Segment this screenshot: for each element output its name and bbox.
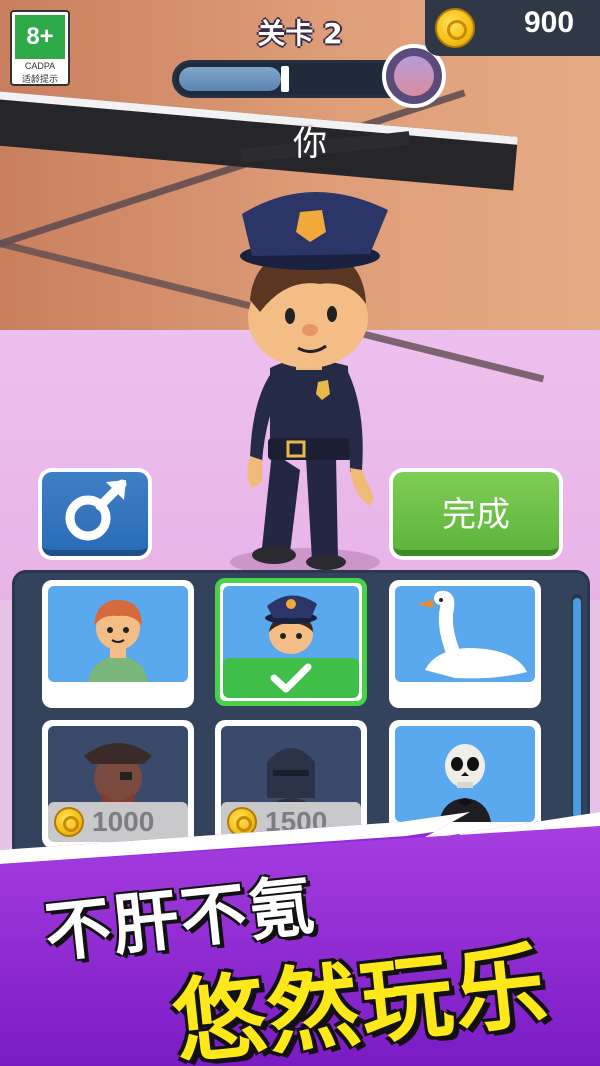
skin-panel-scrollbar[interactable]	[572, 594, 582, 824]
level-title: 关卡 2	[257, 17, 343, 50]
skin-card-red-hair-boy[interactable]	[42, 580, 194, 708]
skin-card-goose[interactable]	[389, 580, 541, 708]
player-name-label: 你	[293, 124, 327, 164]
age-rating: 8+	[15, 15, 65, 59]
coin-icon	[435, 8, 475, 48]
done-button-label: 完成	[393, 472, 559, 556]
skin-preview	[48, 586, 188, 682]
progress-marker	[281, 66, 289, 92]
age-rating-org: CADPA	[24, 61, 56, 71]
skin-card-police-officer[interactable]	[215, 578, 367, 706]
level-progress-bar	[172, 60, 410, 98]
male-symbol-icon	[65, 479, 127, 541]
age-rating-badge: 8+ CADPA 适龄提示	[10, 10, 70, 86]
gender-toggle-button[interactable]	[38, 468, 152, 560]
selected-checkmark-badge	[223, 658, 359, 698]
level-progress-fill	[179, 67, 281, 91]
coin-amount: 900	[523, 6, 575, 39]
scrollbar-thumb[interactable]	[573, 598, 581, 818]
checkmark-icon	[270, 663, 312, 693]
skin-preview	[395, 586, 535, 682]
done-button[interactable]: 完成	[389, 468, 563, 560]
skin-preview	[395, 726, 535, 822]
age-rating-tip: 适龄提示	[21, 75, 58, 85]
